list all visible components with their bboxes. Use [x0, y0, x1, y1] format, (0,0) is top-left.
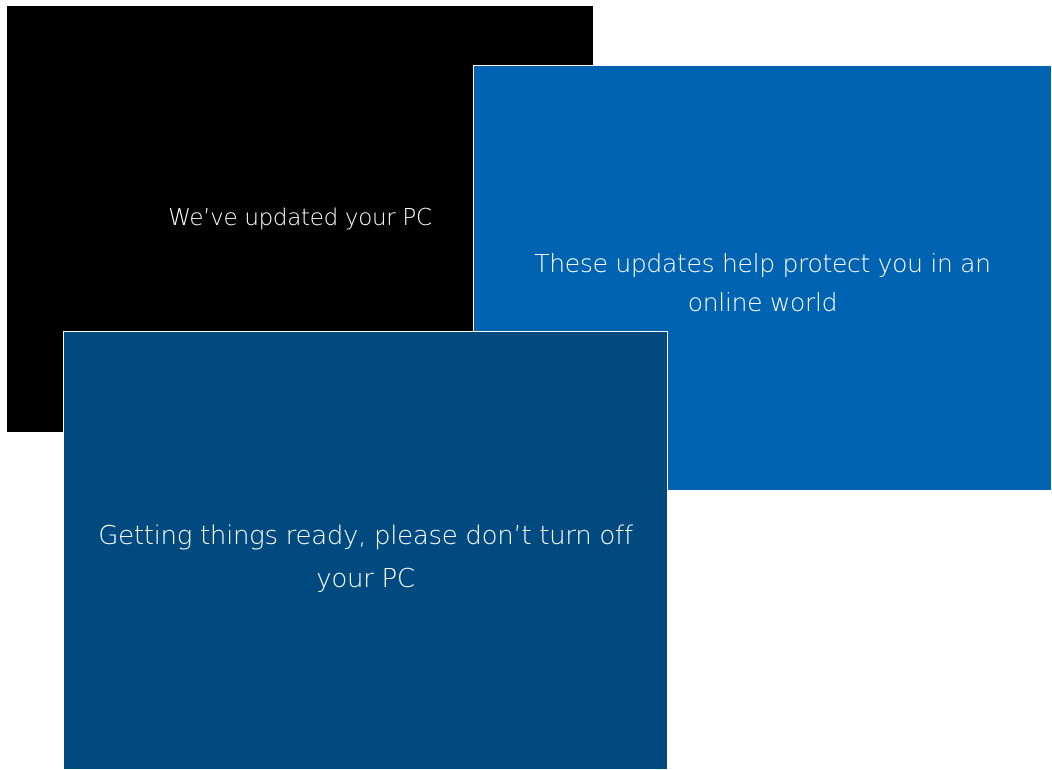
protect-message-line1: These updates help protect you in an — [534, 249, 991, 278]
update-screen-getting-ready: Getting things ready, please don’t turn … — [63, 331, 668, 770]
updated-message: We’ve updated your PC — [147, 203, 453, 233]
getting-ready-message-line2: your PC — [316, 564, 415, 594]
getting-ready-message: Getting things ready, please don’t turn … — [72, 515, 659, 601]
getting-ready-message-line1: Getting things ready, please don’t turn … — [98, 521, 633, 551]
protect-message: These updates help protect you in an onl… — [502, 244, 1023, 322]
updated-message-text: We’ve updated your PC — [168, 205, 432, 231]
protect-message-line2: online world — [687, 288, 838, 317]
